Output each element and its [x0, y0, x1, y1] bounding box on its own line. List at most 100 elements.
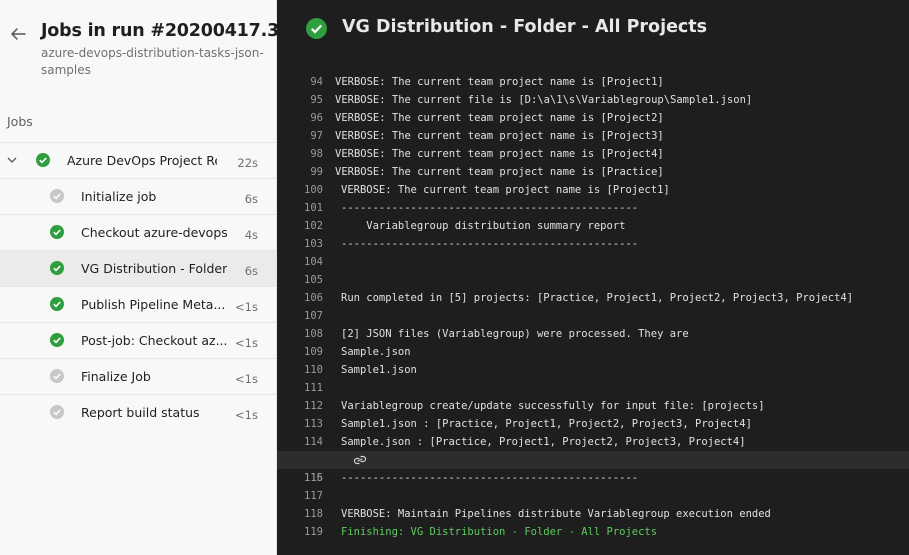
job-group-name: Azure DevOps Project Re...	[67, 153, 217, 168]
job-step-duration: 4s	[244, 228, 258, 242]
line-number: 110	[304, 364, 323, 376]
log-line: 113 Sample1.json : [Practice, Project1, P…	[277, 415, 909, 433]
job-step-row[interactable]: Report build status <1s	[0, 394, 276, 430]
log-line: 106 Run completed in [5] projects: [Pract…	[277, 289, 909, 307]
job-step-duration: 6s	[244, 192, 258, 206]
line-number: 95	[310, 94, 323, 106]
log-text: ----------------------------------------…	[341, 472, 639, 484]
line-number: 107	[304, 310, 323, 322]
log-line: 102 Variablegroup distribution summary r…	[277, 217, 909, 235]
job-step-duration: <1s	[235, 336, 258, 350]
line-number: 101	[304, 202, 323, 214]
line-number: 105	[304, 274, 323, 286]
log-line: 99 VERBOSE: The current team project name…	[277, 163, 909, 181]
check-circle-icon	[50, 261, 64, 275]
job-step-row[interactable]: Publish Pipeline Meta... <1s	[0, 286, 276, 322]
job-step-name: Publish Pipeline Meta...	[81, 297, 226, 312]
line-number: 103	[304, 238, 323, 250]
line-number: 111	[304, 382, 323, 394]
log-line: 114 Sample.json : [Practice, Project1, Pr…	[277, 433, 909, 451]
step-title: VG Distribution - Folder - All Projects	[342, 17, 708, 37]
line-number: 117	[304, 490, 323, 502]
line-number: 116	[304, 472, 323, 484]
log-line: 105	[277, 271, 909, 289]
log-line: 119 Finishing: VG Distribution - Folder -…	[277, 523, 909, 541]
line-number: 102	[304, 220, 323, 232]
log-line: 109 Sample.json	[277, 343, 909, 361]
log-text: ----------------------------------------…	[341, 202, 639, 214]
job-step-name: Report build status	[81, 405, 200, 420]
job-step-duration: <1s	[235, 408, 258, 422]
line-number: 98	[310, 148, 323, 160]
log-text: VERBOSE: The current file is [D:\a\1\s\V…	[335, 94, 753, 106]
log-line: 116 -------------------------------------…	[277, 469, 909, 487]
line-number: 108	[304, 328, 323, 340]
log-line: 117	[277, 487, 909, 505]
check-circle-icon	[50, 225, 64, 239]
check-circle-icon	[36, 153, 50, 167]
job-step-duration: <1s	[235, 372, 258, 386]
line-number: 109	[304, 346, 323, 358]
line-number: 104	[304, 256, 323, 268]
log-line: 112 Variablegroup create/update successfu…	[277, 397, 909, 415]
log-line: 95 VERBOSE: The current file is [D:\a\1\s…	[277, 91, 909, 109]
job-step-name: Post-job: Checkout az...	[81, 333, 227, 348]
check-circle-icon	[50, 297, 64, 311]
link-icon[interactable]	[353, 454, 367, 466]
log-text: Sample.json : [Practice, Project1, Proje…	[341, 436, 746, 448]
job-step-row[interactable]: Initialize job 6s	[0, 178, 276, 214]
log-line: 107	[277, 307, 909, 325]
pipeline-name: azure-devops-distribution-tasks-json-sam…	[41, 46, 264, 77]
log-text: Variablegroup create/update successfully…	[341, 400, 765, 412]
log-text: VERBOSE: The current team project name i…	[335, 76, 664, 88]
line-number: 106	[304, 292, 323, 304]
log-panel: VG Distribution - Folder - All Projects …	[277, 0, 909, 555]
line-number: 97	[310, 130, 323, 142]
job-step-row[interactable]: Checkout azure-devops... 4s	[0, 214, 276, 250]
jobs-section-header: Jobs	[7, 114, 33, 129]
job-step-duration: 6s	[244, 264, 258, 278]
line-number: 112	[304, 400, 323, 412]
job-group-duration: 22s	[237, 156, 258, 170]
log-text: VERBOSE: The current team project name i…	[335, 148, 664, 160]
job-step-name: Initialize job	[81, 189, 157, 204]
log-line: 118 VERBOSE: Maintain Pipelines distribut…	[277, 505, 909, 523]
log-text: Sample1.json	[341, 364, 417, 376]
chevron-down-icon[interactable]	[6, 154, 18, 166]
line-number: 94	[310, 76, 323, 88]
check-circle-gray-icon	[50, 405, 64, 419]
check-circle-icon	[306, 18, 327, 39]
log-text: VERBOSE: The current team project name i…	[335, 166, 664, 178]
log-line: 103 -------------------------------------…	[277, 235, 909, 253]
check-circle-gray-icon	[50, 369, 64, 383]
job-step-row[interactable]: Finalize Job <1s	[0, 358, 276, 394]
log-line-selected[interactable]: 115	[277, 451, 909, 484]
line-number: 118	[304, 508, 323, 520]
job-step-row[interactable]: Post-job: Checkout az... <1s	[0, 322, 276, 358]
log-line: 108 [2] JSON files (Variablegroup) were p…	[277, 325, 909, 343]
line-number: 99	[310, 166, 323, 178]
log-line: 96 VERBOSE: The current team project name…	[277, 109, 909, 127]
log-line: 98 VERBOSE: The current team project name…	[277, 145, 909, 163]
log-text: Sample.json	[341, 346, 411, 358]
job-step-row-selected[interactable]: VG Distribution - Folder... 6s	[0, 250, 276, 286]
job-step-name: Checkout azure-devops...	[81, 225, 227, 240]
line-number: 119	[304, 526, 323, 538]
job-group-row[interactable]: Azure DevOps Project Re... 22s	[0, 142, 276, 178]
log-text: [2] JSON files (Variablegroup) were proc…	[341, 328, 689, 340]
log-line: 104	[277, 253, 909, 271]
log-text: VERBOSE: The current team project name i…	[341, 184, 670, 196]
line-number: 100	[304, 184, 323, 196]
log-line: 94 VERBOSE: The current team project name…	[277, 73, 909, 91]
log-line: 97 VERBOSE: The current team project name…	[277, 127, 909, 145]
log-text: VERBOSE: The current team project name i…	[335, 112, 664, 124]
job-step-duration: <1s	[235, 300, 258, 314]
line-number: 113	[304, 418, 323, 430]
jobs-panel: Jobs in run #20200417.3 azure-devops-dis…	[0, 0, 279, 555]
arrow-left-icon[interactable]	[9, 25, 27, 43]
line-number: 114	[304, 436, 323, 448]
log-text: Variablegroup distribution summary repor…	[341, 220, 626, 232]
check-circle-icon	[50, 333, 64, 347]
log-line: 111	[277, 379, 909, 397]
log-line: 100 VERBOSE: The current team project nam…	[277, 181, 909, 199]
